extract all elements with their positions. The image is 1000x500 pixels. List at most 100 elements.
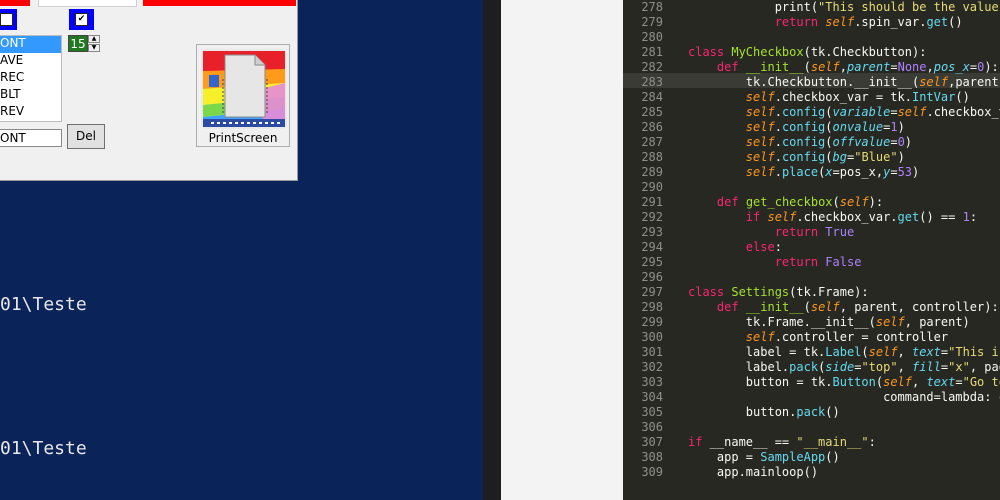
code-text: self.config(offvalue=0) xyxy=(745,135,913,149)
line-number: 290 xyxy=(641,180,663,194)
printscreen-label: PrintScreen xyxy=(208,131,278,145)
line-number: 288 xyxy=(641,150,663,164)
line-number: 297 xyxy=(641,285,663,299)
code-text: else: xyxy=(745,240,782,254)
line-number: 292 xyxy=(641,210,663,224)
code-text: label.pack(side="top", fill="x", pad xyxy=(688,360,1000,374)
code-text: app.mainloop() xyxy=(688,465,819,479)
list-item[interactable]: BLT xyxy=(0,87,61,104)
code-line[interactable]: 285 self.config(variable=self.checkbox_v xyxy=(623,105,1000,120)
list-item[interactable]: AVE xyxy=(0,53,61,70)
terminal-line: 01\Teste xyxy=(0,438,87,459)
code-line[interactable]: 295 return False xyxy=(623,255,1000,270)
code-line[interactable]: 282 def __init__(self,parent=None,pos_x=… xyxy=(623,60,1000,75)
code-text: app = SampleApp() xyxy=(688,450,840,464)
code-line[interactable]: 297 class Settings(tk.Frame): xyxy=(623,285,1000,300)
code-text: print("This should be the value of s xyxy=(688,0,999,14)
checkbox-checked[interactable]: ✔ xyxy=(75,13,88,26)
code-line[interactable]: 304 command=lambda: c xyxy=(623,390,1000,405)
window-divider xyxy=(483,0,501,500)
checkbox-frame xyxy=(0,9,17,30)
spinbox[interactable]: 15 ▲ ▼ xyxy=(68,35,100,52)
line-number: 280 xyxy=(641,30,663,44)
line-number: 299 xyxy=(641,315,663,329)
code-editor[interactable]: 278 print("This should be the value of s… xyxy=(623,0,1000,500)
line-number: 278 xyxy=(641,0,663,14)
code-line[interactable]: 305 button.pack() xyxy=(623,405,1000,420)
code-line[interactable]: 290 xyxy=(623,180,1000,195)
code-line[interactable]: 284 self.checkbox_var = tk.IntVar() xyxy=(623,90,1000,105)
listbox[interactable]: ONT AVE REC BLT REV xyxy=(0,35,62,122)
code-line[interactable]: 309 app.mainloop() xyxy=(623,465,1000,480)
code-line[interactable]: 278 print("This should be the value of s xyxy=(623,0,1000,15)
code-text: class MyCheckbox(tk.Checkbutton): xyxy=(688,45,927,59)
line-number: 293 xyxy=(641,225,663,239)
code-line[interactable]: 296 xyxy=(623,270,1000,285)
line-number: 302 xyxy=(641,360,663,374)
line-number: 304 xyxy=(641,390,663,404)
code-line[interactable]: 292 if self.checkbox_var.get() == 1: xyxy=(623,210,1000,225)
line-number: 296 xyxy=(641,270,663,284)
code-text: self.config(variable=self.checkbox_v xyxy=(745,105,1000,119)
printscreen-icon xyxy=(201,49,287,129)
list-item[interactable]: REC xyxy=(0,70,61,87)
code-line[interactable]: 279 return self.spin_var.get() xyxy=(623,15,1000,30)
list-item[interactable]: REV xyxy=(0,104,61,121)
code-text: self.place(x=pos_x,y=53) xyxy=(745,165,920,179)
spinbox-value[interactable]: 15 xyxy=(68,35,88,52)
line-number: 283 xyxy=(641,75,663,89)
code-text: class Settings(tk.Frame): xyxy=(688,285,869,299)
line-number: 291 xyxy=(641,195,663,209)
code-line[interactable]: 299 tk.Frame.__init__(self, parent) xyxy=(623,315,1000,330)
code-text: def get_checkbox(self): xyxy=(716,195,884,209)
code-text: self.controller = controller xyxy=(745,330,949,344)
line-number: 289 xyxy=(641,165,663,179)
code-line[interactable]: 300 self.controller = controller xyxy=(623,330,1000,345)
checkbox[interactable] xyxy=(0,13,13,26)
line-number: 308 xyxy=(641,450,663,464)
line-number: 286 xyxy=(641,120,663,134)
tk-app-window: ✔ ONT AVE REC BLT REV 15 ▲ ▼ ONT Del Pri… xyxy=(0,0,298,181)
code-line[interactable]: 286 self.config(onvalue=1) xyxy=(623,120,1000,135)
printscreen-button[interactable]: PrintScreen xyxy=(196,44,290,147)
code-text: tk.Checkbutton.__init__(self,parent) xyxy=(688,75,1000,89)
code-text: return True xyxy=(774,225,855,239)
code-text: return False xyxy=(774,255,862,269)
red-frame-strip xyxy=(0,0,30,6)
code-text: self.config(onvalue=1) xyxy=(745,120,905,134)
code-text: button.pack() xyxy=(688,405,840,419)
text-entry[interactable]: ONT xyxy=(0,129,62,147)
line-number: 305 xyxy=(641,405,663,419)
code-line[interactable]: 298 def __init__(self, parent, controlle… xyxy=(623,300,1000,315)
code-line[interactable]: 307 if __name__ == "__main__": xyxy=(623,435,1000,450)
code-line[interactable]: 294 else: xyxy=(623,240,1000,255)
line-number: 298 xyxy=(641,300,663,314)
white-frame-strip xyxy=(38,0,137,7)
spin-down-icon[interactable]: ▼ xyxy=(88,44,100,52)
code-line[interactable]: 287 self.config(offvalue=0) xyxy=(623,135,1000,150)
code-line[interactable]: 303 button = tk.Button(self, text="Go to xyxy=(623,375,1000,390)
line-number: 294 xyxy=(641,240,663,254)
code-line[interactable]: 288 self.config(bg="Blue") xyxy=(623,150,1000,165)
code-line[interactable]: 289 self.place(x=pos_x,y=53) xyxy=(623,165,1000,180)
delete-button[interactable]: Del xyxy=(67,124,105,149)
spin-up-icon[interactable]: ▲ xyxy=(88,35,100,43)
code-line[interactable]: 306 xyxy=(623,420,1000,435)
code-line[interactable]: 302 label.pack(side="top", fill="x", pad xyxy=(623,360,1000,375)
code-line[interactable]: 291 def get_checkbox(self): xyxy=(623,195,1000,210)
code-text: button = tk.Button(self, text="Go to xyxy=(688,375,1000,389)
code-line[interactable]: 280 xyxy=(623,30,1000,45)
code-line[interactable]: 283 tk.Checkbutton.__init__(self,parent) xyxy=(623,75,1000,90)
red-frame-strip xyxy=(143,0,296,6)
code-text: self.config(bg="Blue") xyxy=(745,150,905,164)
code-line[interactable]: 308 app = SampleApp() xyxy=(623,450,1000,465)
line-number: 281 xyxy=(641,45,663,59)
line-number: 284 xyxy=(641,90,663,104)
code-line[interactable]: 281 class MyCheckbox(tk.Checkbutton): xyxy=(623,45,1000,60)
line-number: 300 xyxy=(641,330,663,344)
line-number: 306 xyxy=(641,420,663,434)
list-item[interactable]: ONT xyxy=(0,36,61,53)
code-line[interactable]: 293 return True xyxy=(623,225,1000,240)
line-number: 307 xyxy=(641,435,663,449)
code-line[interactable]: 301 label = tk.Label(self, text="This is xyxy=(623,345,1000,360)
